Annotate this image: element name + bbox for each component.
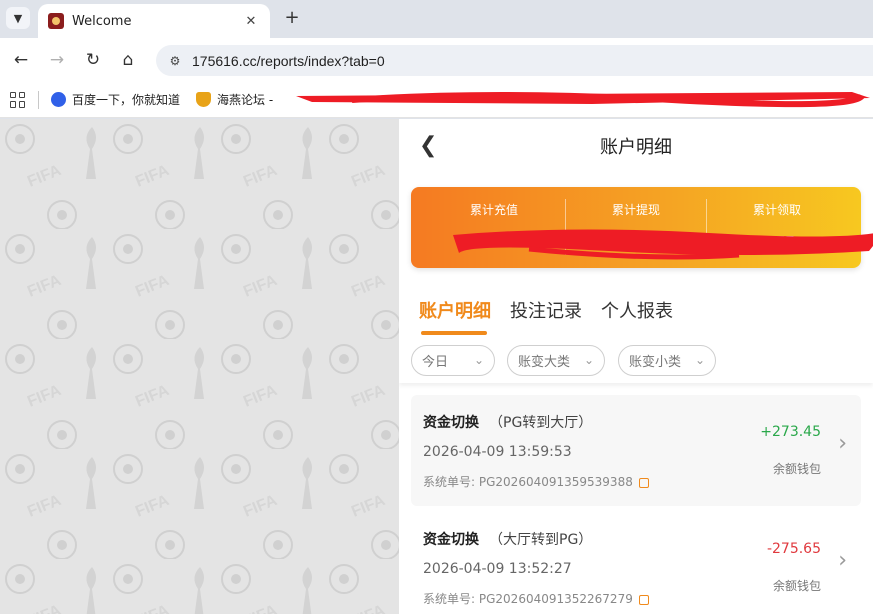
back-arrow-icon[interactable]: ←: [11, 50, 31, 70]
redaction-scribble: [296, 92, 870, 108]
url-text[interactable]: 175616.cc/reports/index?tab=0: [192, 53, 385, 69]
chevron-down-icon: ⌄: [473, 353, 484, 367]
transaction-row[interactable]: 资金切换 （大厅转到PG） 2026-04-09 13:52:27 系统单号: P…: [411, 512, 861, 614]
site-favicon-icon: [48, 13, 64, 29]
tab-title: Welcome: [72, 13, 132, 29]
close-tab-icon[interactable]: ✕: [242, 14, 260, 29]
record-order-number: 系统单号: PG202604091352267279: [423, 590, 649, 607]
record-order-number: 系统单号: PG202604091359539388: [423, 473, 649, 490]
filter-subcategory-label: 账变小类: [629, 355, 682, 370]
record-time: 2026-04-09 13:52:27: [423, 561, 572, 577]
bookmark-baidu[interactable]: 百度一下，你就知道: [51, 91, 180, 108]
copy-icon[interactable]: [638, 477, 649, 488]
reload-icon[interactable]: ↻: [83, 50, 103, 70]
filter-date-dropdown[interactable]: 今日 ⌄: [411, 345, 495, 376]
tab-bet-records[interactable]: 投注记录: [510, 297, 582, 323]
chevron-right-icon: ›: [838, 431, 847, 456]
filter-date-label: 今日: [422, 355, 449, 370]
summary-card: 累计充值 累计提现 累计领取 +5075: [411, 187, 873, 268]
record-title: 资金切换 （大厅转到PG）: [423, 532, 593, 548]
filter-category-label: 账变大类: [518, 355, 571, 370]
account-details-panel: ❮ 账户明细 累计充值 累计提现 累计领取 +5075 账户明细 投注记录 个人…: [399, 119, 873, 614]
forward-arrow-icon[interactable]: →: [47, 50, 67, 70]
browser-tab-strip: ▼ Welcome ✕ +: [0, 0, 873, 38]
bookmarks-divider: [38, 90, 39, 109]
panel-header: ❮ 账户明细: [399, 119, 873, 173]
chevron-right-icon: ›: [838, 548, 847, 573]
record-amount: +273.45: [760, 424, 821, 440]
chevron-left-icon[interactable]: ❮: [419, 135, 439, 157]
chevron-down-icon: ⌄: [583, 353, 594, 367]
browser-toolbar: ← → ↻ ⌂ ⚙ 175616.cc/reports/index?tab=0: [0, 38, 873, 82]
copy-icon[interactable]: [638, 594, 649, 605]
tab-personal-report[interactable]: 个人报表: [601, 297, 673, 323]
trophy-icon: [196, 92, 212, 107]
chevron-down-icon: ⌄: [694, 353, 705, 367]
browser-tab-welcome[interactable]: Welcome ✕: [38, 4, 270, 38]
home-icon[interactable]: ⌂: [118, 50, 138, 70]
page-title: 账户明细: [600, 137, 672, 158]
bookmark-label: 海燕论坛 -: [217, 93, 274, 107]
site-info-tune-icon[interactable]: ⚙: [166, 52, 184, 70]
transaction-row[interactable]: 资金切换 （PG转到大厅） 2026-04-09 13:59:53 系统单号: P…: [411, 395, 861, 506]
filter-subcategory-dropdown[interactable]: 账变小类 ⌄: [618, 345, 716, 376]
active-tab-underline: [421, 331, 487, 335]
filter-bar: 今日 ⌄ 账变大类 ⌄ 账变小类 ⌄: [399, 341, 873, 383]
redaction-scribble: [453, 229, 873, 260]
address-bar[interactable]: ⚙ 175616.cc/reports/index?tab=0: [156, 45, 873, 76]
report-tabs: 账户明细 投注记录 个人报表: [399, 293, 873, 337]
filter-category-dropdown[interactable]: 账变大类 ⌄: [507, 345, 605, 376]
record-wallet: 余额钱包: [772, 462, 821, 476]
tab-account-details[interactable]: 账户明细: [419, 297, 491, 323]
record-wallet: 余额钱包: [772, 579, 821, 593]
record-title: 资金切换 （PG转到大厅）: [423, 415, 593, 431]
bookmark-haiyan-forum[interactable]: 海燕论坛 -: [196, 91, 273, 108]
new-tab-plus-icon[interactable]: +: [282, 8, 302, 28]
summary-label-claimed: 累计领取: [752, 203, 801, 217]
apps-grid-icon[interactable]: [10, 91, 26, 108]
background-pattern: FIFA: [0, 119, 399, 614]
record-amount: -275.65: [766, 541, 821, 557]
bookmark-label: 百度一下，你就知道: [72, 93, 181, 107]
summary-label-recharge: 累计充值: [469, 203, 518, 217]
baidu-paw-icon: [51, 92, 66, 107]
record-time: 2026-04-09 13:59:53: [423, 444, 572, 460]
tab-search-chevron-down-icon[interactable]: ▼: [6, 7, 30, 29]
summary-label-withdraw: 累计提现: [611, 203, 660, 217]
